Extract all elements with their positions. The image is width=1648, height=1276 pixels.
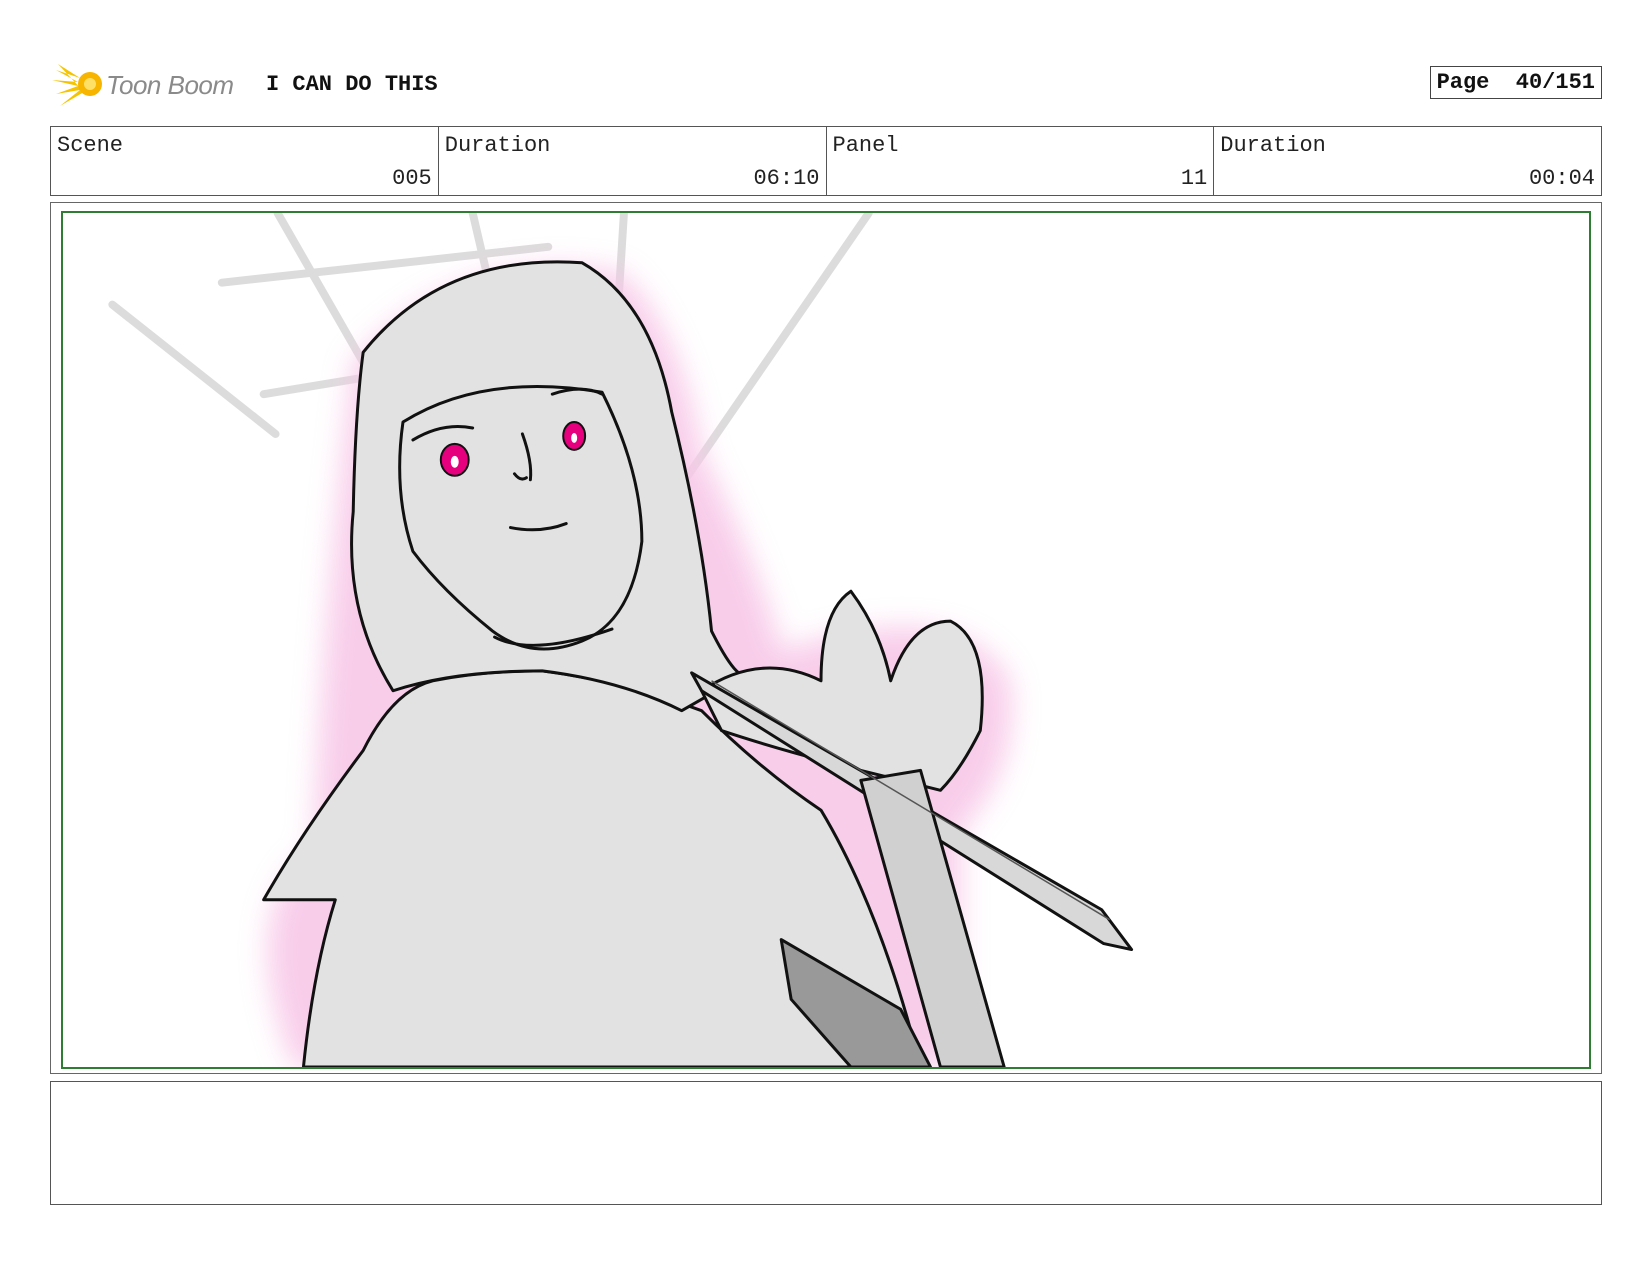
panel-drawing [108,213,1134,1067]
toon-boom-logo: Toon Boom [50,58,250,110]
storyboard-panel [50,202,1602,1074]
action-notes-box [50,1081,1602,1205]
scene-label: Scene [57,133,124,158]
page-header: Toon Boom I CAN DO THIS Page 40/151 [50,58,1602,110]
camera-safe-area [61,211,1591,1069]
panel-info-row: Scene 005 Duration 06:10 Panel 11 Durati… [50,126,1602,196]
scene-duration-label: Duration [444,133,551,158]
scene-value: 005 [392,166,432,191]
panel-duration-value: 00:04 [1528,166,1595,191]
project-title: I CAN DO THIS [266,72,438,97]
logo-text: Toon Boom [106,70,234,100]
starburst-icon [52,64,102,106]
panel-duration-label: Duration [1220,133,1326,158]
panel-label: Panel [832,133,899,158]
scene-duration-cell: Duration 06:10 [439,127,827,195]
page-number: 40/151 [1515,70,1595,95]
scene-duration-value: 06:10 [753,166,820,191]
panel-duration-cell: Duration 00:04 [1214,127,1601,195]
panel-value: 11 [1180,166,1208,191]
page-indicator: Page 40/151 [1429,66,1602,99]
scene-cell: Scene 005 [51,127,439,195]
panel-cell: Panel 11 [827,127,1215,195]
page-label: Page [1436,70,1490,95]
